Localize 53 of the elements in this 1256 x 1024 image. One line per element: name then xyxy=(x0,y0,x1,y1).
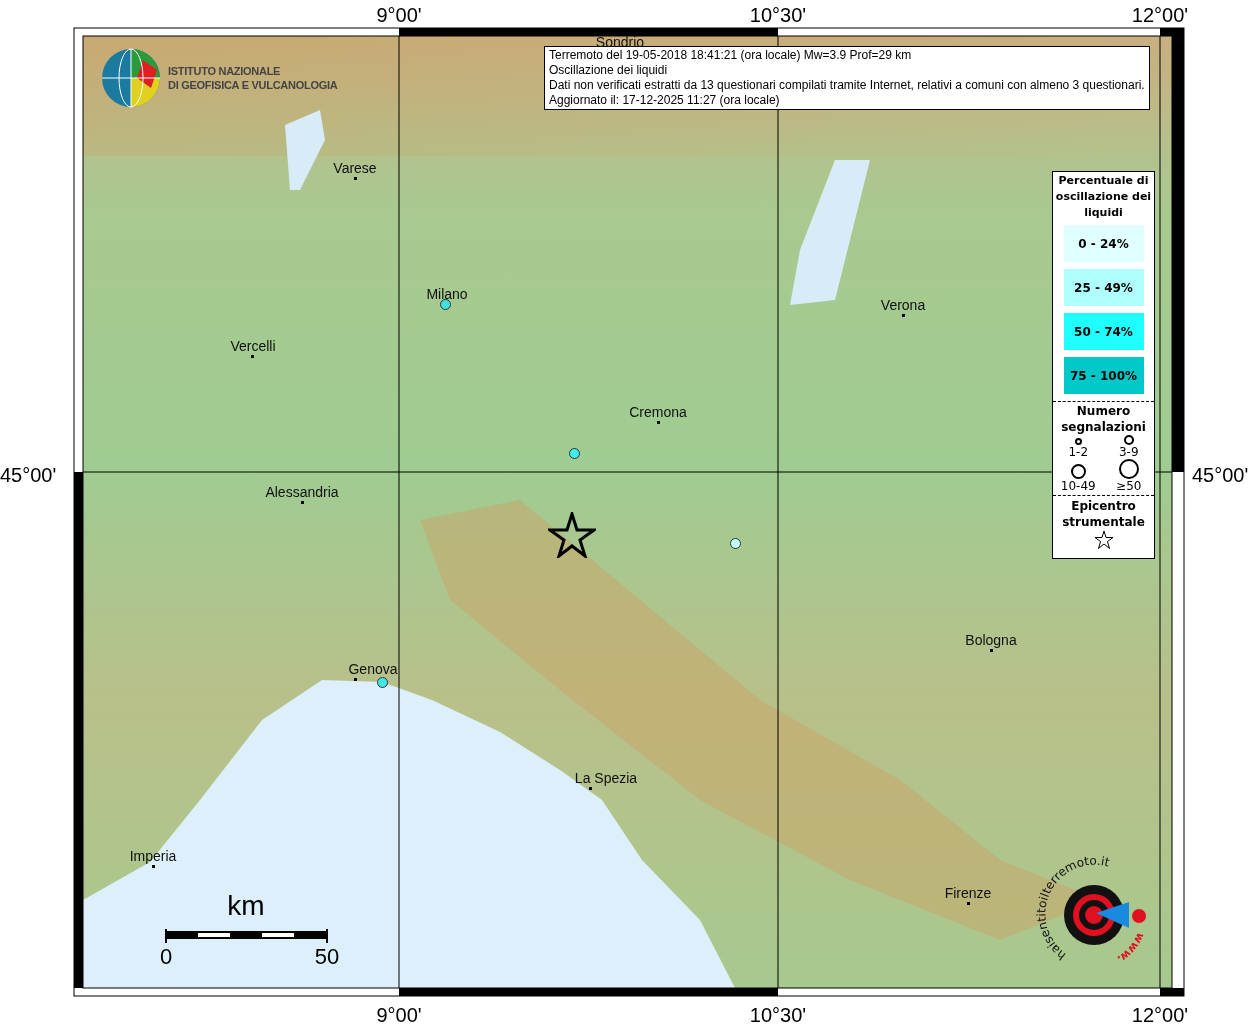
legend-swatch: 0 - 24% xyxy=(1063,225,1144,262)
star-icon xyxy=(548,512,596,558)
city-label: Firenze xyxy=(944,885,992,901)
city-label: Vercelli xyxy=(230,338,276,354)
legend-swatch: 75 - 100% xyxy=(1063,357,1144,394)
city-label: Alessandria xyxy=(265,484,339,500)
city-label: Bologna xyxy=(965,632,1017,648)
globe-logo-icon xyxy=(101,48,163,108)
legend-label: 1-2 xyxy=(1068,445,1089,459)
city-label: Milano xyxy=(426,286,468,302)
legend-label: ≥50 xyxy=(1116,479,1142,493)
legend-label: 3-9 xyxy=(1118,445,1139,459)
logo-text: ISTITUTO NAZIONALE xyxy=(168,64,282,78)
city-marker xyxy=(301,501,304,504)
info-text: Oscillazione dei liquidi xyxy=(549,63,669,78)
legend-swatch: 25 - 49% xyxy=(1063,269,1144,306)
axis-label: 9°00' xyxy=(376,3,422,28)
axis-label: 45°00' xyxy=(0,463,57,488)
axis-label: 45°00' xyxy=(1192,463,1249,488)
info-text: Dati non verificati estratti da 13 questionari compilati tramite Internet, relativi a comuni con almeno 3 questionari. xyxy=(549,78,1145,93)
axis-label: 12°00' xyxy=(1131,1003,1189,1024)
city-marker xyxy=(902,314,905,317)
star-icon xyxy=(1093,530,1114,550)
city-label: Varese xyxy=(333,160,377,176)
scale-label: 50 xyxy=(314,945,340,969)
city-label: Cremona xyxy=(629,404,687,420)
city-label: La Spezia xyxy=(574,770,638,786)
city-label: Genova xyxy=(348,661,398,677)
city-marker xyxy=(589,787,592,790)
axis-label: 10°30' xyxy=(749,3,807,28)
info-text: Aggiornato il: 17-12-2025 11:27 (ora locale) xyxy=(549,93,781,108)
axis-label: 9°00' xyxy=(376,1003,422,1024)
legend-swatch: 50 - 74% xyxy=(1063,313,1144,350)
city-marker xyxy=(251,355,254,358)
legend-title: Numero segnalazioni xyxy=(1060,403,1147,435)
logo-text: DI GEOFISICA E VULCANOLOGIA xyxy=(168,78,338,92)
city-marker xyxy=(354,678,357,681)
city-marker xyxy=(990,649,993,652)
city-marker xyxy=(967,902,970,905)
legend-title: Percentuale di oscillazione dei liquidi xyxy=(1055,173,1152,221)
city-marker xyxy=(354,177,357,180)
info-text: Terremoto del 19-05-2018 18:41:21 (ora locale) Mw=3.9 Prof=29 km xyxy=(549,48,913,63)
scale-unit: km xyxy=(227,891,265,921)
city-marker xyxy=(152,865,155,868)
axis-label: 12°00' xyxy=(1131,3,1189,28)
legend-title: Epicentro strumentale xyxy=(1061,498,1146,530)
city-label: Imperia xyxy=(129,848,177,864)
city-marker xyxy=(657,421,660,424)
legend-label: 10-49 xyxy=(1060,479,1096,493)
city-label: Sondrio xyxy=(595,34,645,50)
scale-label: 0 xyxy=(159,945,173,969)
axis-label: 10°30' xyxy=(749,1003,807,1024)
city-label: Verona xyxy=(880,297,926,313)
